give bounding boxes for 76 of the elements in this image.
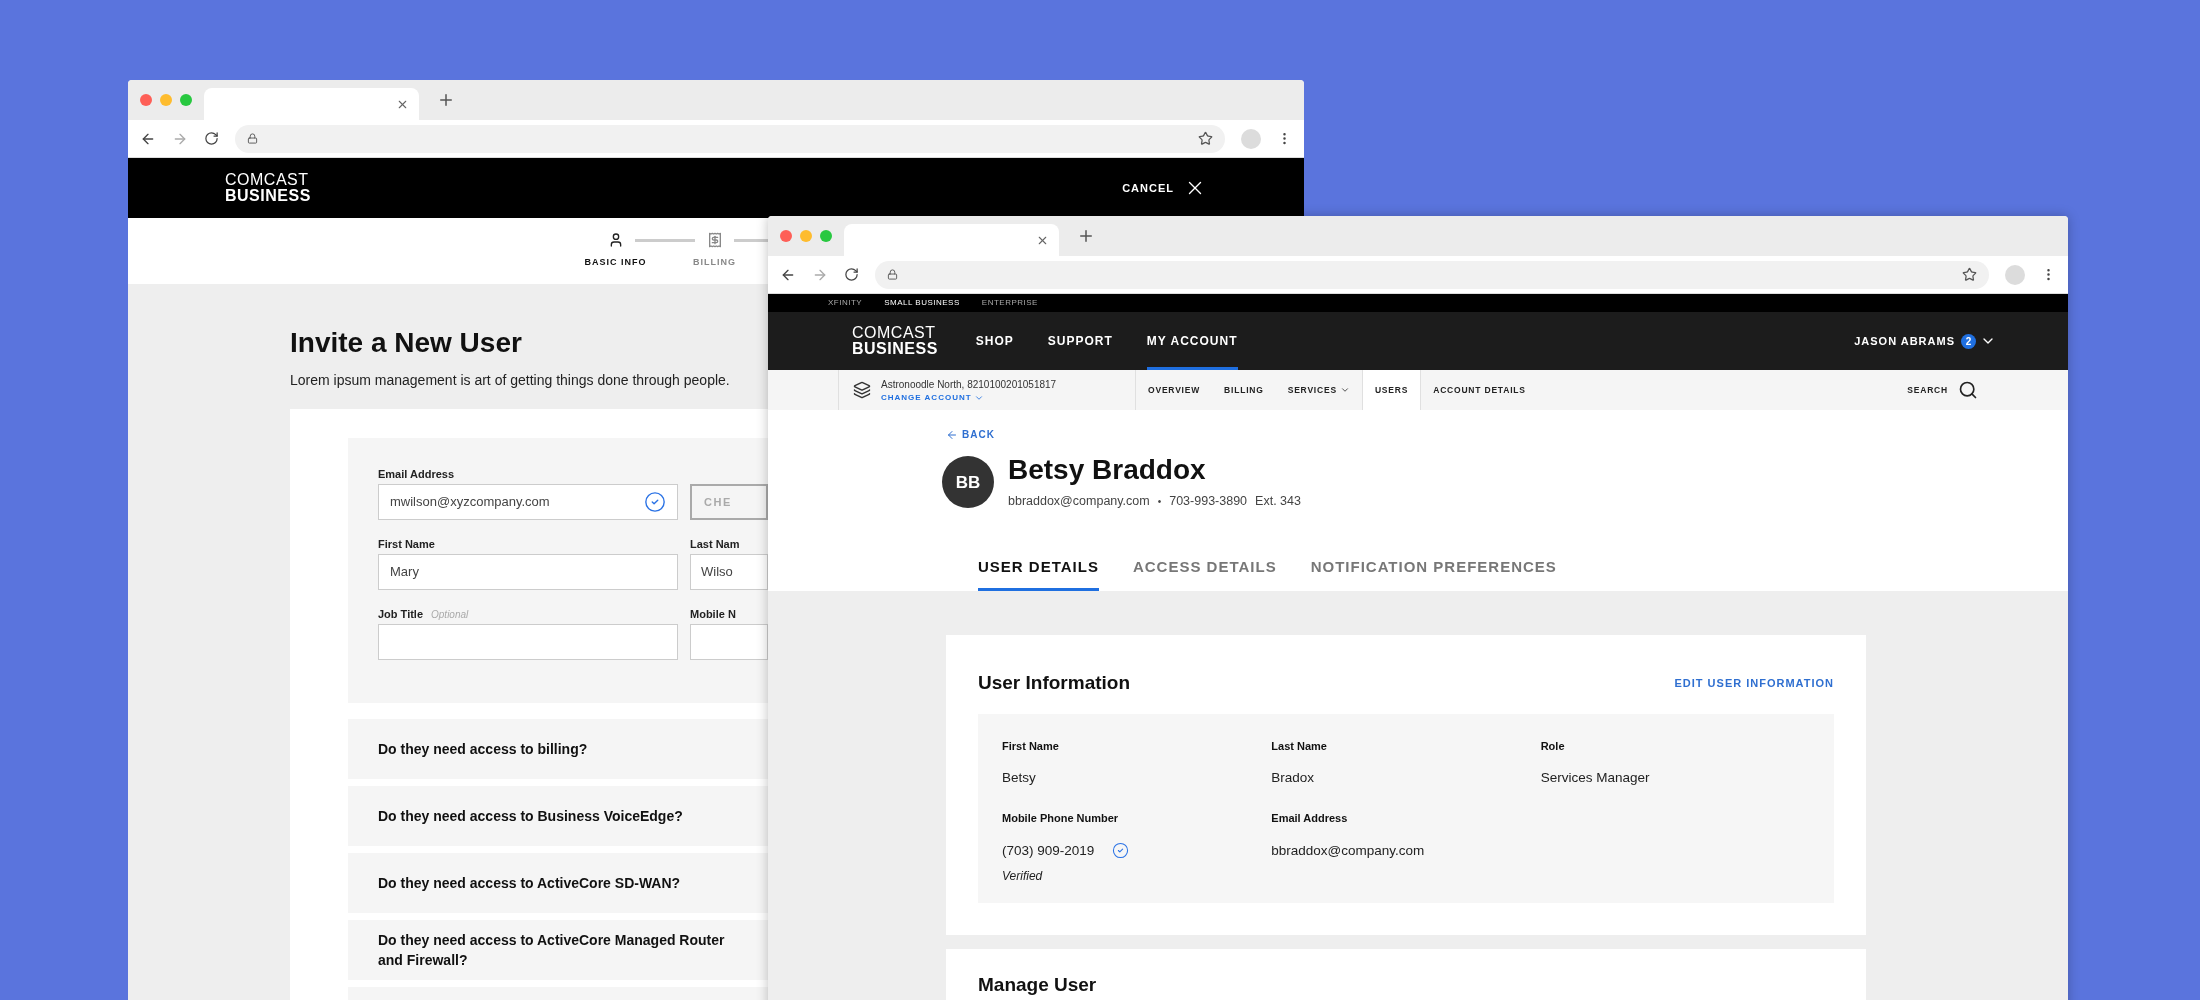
receipt-icon	[706, 232, 723, 248]
user-phone: 703-993-3890	[1169, 493, 1248, 510]
subnav-tab[interactable]: OVERVIEW	[1136, 370, 1213, 410]
subnav-tab[interactable]: USERS	[1361, 370, 1422, 410]
search-link[interactable]: SEARCH	[1907, 383, 1948, 397]
detail-label: Mobile Phone Number	[1002, 811, 1120, 827]
user-extension: Ext. 343	[1255, 493, 1301, 510]
top-link[interactable]: XFINITY	[828, 297, 863, 309]
lock-icon	[887, 269, 898, 280]
detail-value: Betsy	[1002, 769, 1036, 787]
detail-value: (703) 909-2019	[1002, 841, 1095, 860]
optional-hint: Optional	[431, 608, 469, 622]
input-field[interactable]: mwilson@xyzcompany.com	[378, 484, 678, 520]
input-field[interactable]	[378, 624, 678, 660]
profile-tab[interactable]: ACCESS DETAILS	[1132, 555, 1277, 591]
field-label: Mobile N	[690, 607, 737, 622]
profile-tab[interactable]: NOTIFICATION PREFERENCES	[1310, 555, 1557, 591]
back-link[interactable]: BACK	[946, 427, 995, 442]
detail-label: Role	[1540, 738, 1566, 754]
section-title: User Information	[978, 671, 1131, 695]
section-title: Manage User	[978, 974, 1097, 995]
question-accordion[interactable]: Do they need access to Business VoiceEdge?	[348, 786, 768, 846]
subnav-tab[interactable]: SERVICES	[1275, 370, 1362, 410]
profile-tab[interactable]: USER DETAILS	[978, 555, 1099, 591]
user-email: bbraddox@company.com	[1008, 493, 1150, 510]
new-tab-icon[interactable]	[437, 91, 455, 109]
detail-label: Last Name	[1271, 738, 1328, 754]
brand-logo[interactable]: COMCAST BUSINESS	[225, 172, 311, 204]
cancel-link[interactable]: CANCEL	[1122, 179, 1174, 197]
bookmark-star-icon[interactable]	[1198, 131, 1213, 146]
step-label: BASIC INFO	[584, 256, 647, 269]
new-tab-icon[interactable]	[1077, 227, 1095, 245]
step-label: BILLING	[693, 256, 736, 269]
top-link[interactable]: SMALL BUSINESS	[884, 297, 960, 309]
page-subtitle: Lorem ipsum management is art of getting things done through people.	[290, 371, 730, 390]
avatar: BB	[942, 456, 994, 509]
page-title: Invite a New User	[290, 326, 522, 360]
search-icon[interactable]	[1958, 380, 1978, 400]
question-accordion[interactable]: Do they need access to billing?	[348, 719, 768, 779]
separator-dot: •	[1157, 494, 1162, 509]
detail-value: Services Manager	[1540, 769, 1650, 787]
lock-icon	[247, 133, 258, 144]
nav-link[interactable]: SUPPORT	[1047, 315, 1113, 370]
nav-link[interactable]: SHOP	[975, 315, 1014, 370]
account-name: Astronoodle North, 8210100201051817	[881, 377, 1057, 392]
change-account-link[interactable]: CHANGE ACCOUNT	[881, 391, 972, 404]
user-menu[interactable]: JASON ABRAMS	[1854, 332, 1955, 350]
question-accordion[interactable]: Do they need access to ActiveCore SD-WAN?	[348, 853, 768, 913]
user-name: Betsy Braddox	[1008, 454, 1207, 486]
detail-value: bbraddox@company.com	[1271, 841, 1425, 860]
input-field[interactable]: Mary	[378, 554, 678, 590]
notification-badge: 2	[1961, 333, 1976, 349]
layers-icon	[853, 381, 871, 399]
detail-label: Email Address	[1271, 811, 1349, 827]
profile-avatar[interactable]	[1241, 128, 1261, 149]
detail-label: First Name	[1002, 738, 1060, 754]
arrow-left-icon	[946, 428, 958, 441]
input-field[interactable]	[690, 624, 768, 660]
subnav-tab[interactable]: ACCOUNT DETAILS	[1421, 370, 1538, 410]
subnav-tab[interactable]: BILLING	[1212, 370, 1276, 410]
question-accordion[interactable]: Do they need access to ActiveCore Managed Router and Firewall?	[348, 920, 768, 980]
reload-icon[interactable]	[204, 131, 219, 146]
bookmark-star-icon[interactable]	[1962, 267, 1977, 282]
top-link[interactable]: ENTERPRISE	[981, 297, 1038, 309]
brand-logo[interactable]: COMCAST BUSINESS	[852, 325, 938, 357]
field-label: Last Nam	[690, 537, 741, 552]
edit-user-information-link[interactable]: EDIT USER INFORMATION	[1674, 675, 1834, 692]
verified-note: Verified	[1002, 868, 1044, 885]
field-label: Email Address	[378, 467, 454, 482]
field-label: Job Title	[378, 607, 424, 622]
profile-avatar[interactable]	[2005, 264, 2025, 285]
input-field[interactable]: Wilso	[690, 554, 768, 590]
check-circle-icon	[644, 491, 666, 513]
detail-value: Bradox	[1271, 769, 1315, 787]
field-label: First Name	[378, 537, 435, 552]
reload-icon[interactable]	[844, 267, 859, 282]
